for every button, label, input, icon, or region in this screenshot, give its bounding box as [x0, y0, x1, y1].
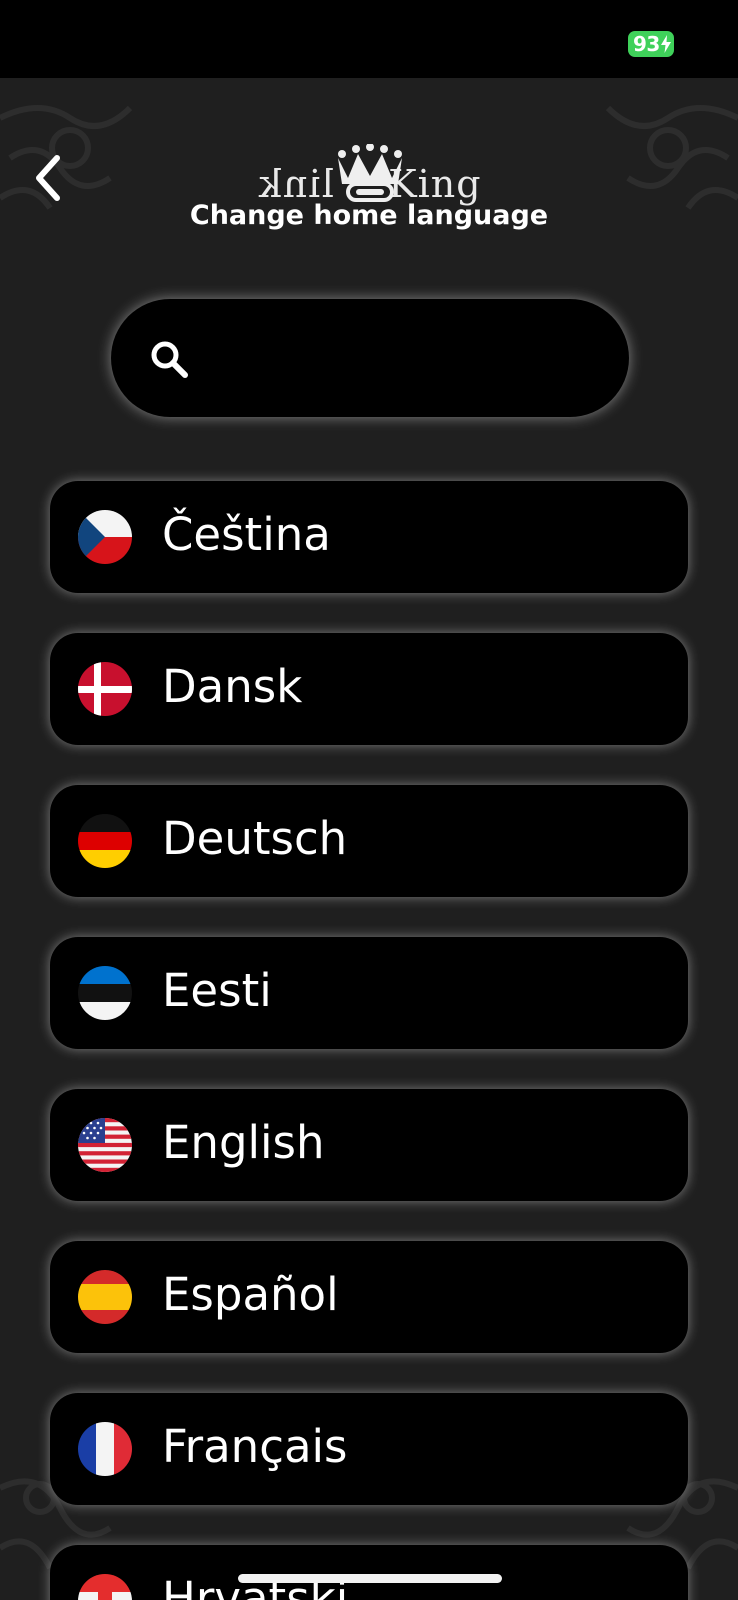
status-bar: 93: [0, 0, 738, 78]
page-title: Change home language: [189, 200, 549, 231]
french-flag-icon: [78, 1422, 132, 1476]
home-indicator[interactable]: [238, 1574, 502, 1583]
language-item-english[interactable]: English: [50, 1089, 688, 1201]
language-item-francais[interactable]: Français: [50, 1393, 688, 1505]
language-label: Čeština: [162, 508, 331, 561]
estonian-flag-icon: [78, 966, 132, 1020]
language-label: Dansk: [162, 660, 303, 713]
german-flag-icon: [78, 814, 132, 868]
us-flag-icon: [78, 1118, 132, 1172]
language-item-deutsch[interactable]: Deutsch: [50, 785, 688, 897]
language-item-cestina[interactable]: Čeština: [50, 481, 688, 593]
charging-bolt-icon: [661, 35, 671, 53]
search-bar[interactable]: [111, 299, 629, 417]
back-button[interactable]: [28, 148, 68, 208]
croatian-flag-icon: [78, 1574, 132, 1600]
battery-indicator: 93: [628, 31, 674, 57]
chevron-left-icon: [36, 155, 60, 201]
language-item-hrvatski[interactable]: Hrvatski: [50, 1545, 688, 1600]
battery-level: 93: [633, 32, 660, 56]
danish-flag-icon: [78, 662, 132, 716]
language-label: Eesti: [162, 964, 272, 1017]
language-label: Hrvatski: [162, 1572, 349, 1600]
language-label: Français: [162, 1420, 348, 1473]
language-item-espanol[interactable]: Español: [50, 1241, 688, 1353]
language-item-dansk[interactable]: Dansk: [50, 633, 688, 745]
language-label: Español: [162, 1268, 339, 1321]
search-icon: [151, 341, 188, 378]
spanish-flag-icon: [78, 1270, 132, 1324]
language-item-eesti[interactable]: Eesti: [50, 937, 688, 1049]
search-input[interactable]: [211, 329, 591, 387]
language-label: Deutsch: [162, 812, 348, 865]
app-logo: link King: [250, 140, 490, 206]
language-label: English: [162, 1116, 325, 1169]
czech-flag-icon: [78, 510, 132, 564]
crown-icon: [338, 144, 402, 202]
